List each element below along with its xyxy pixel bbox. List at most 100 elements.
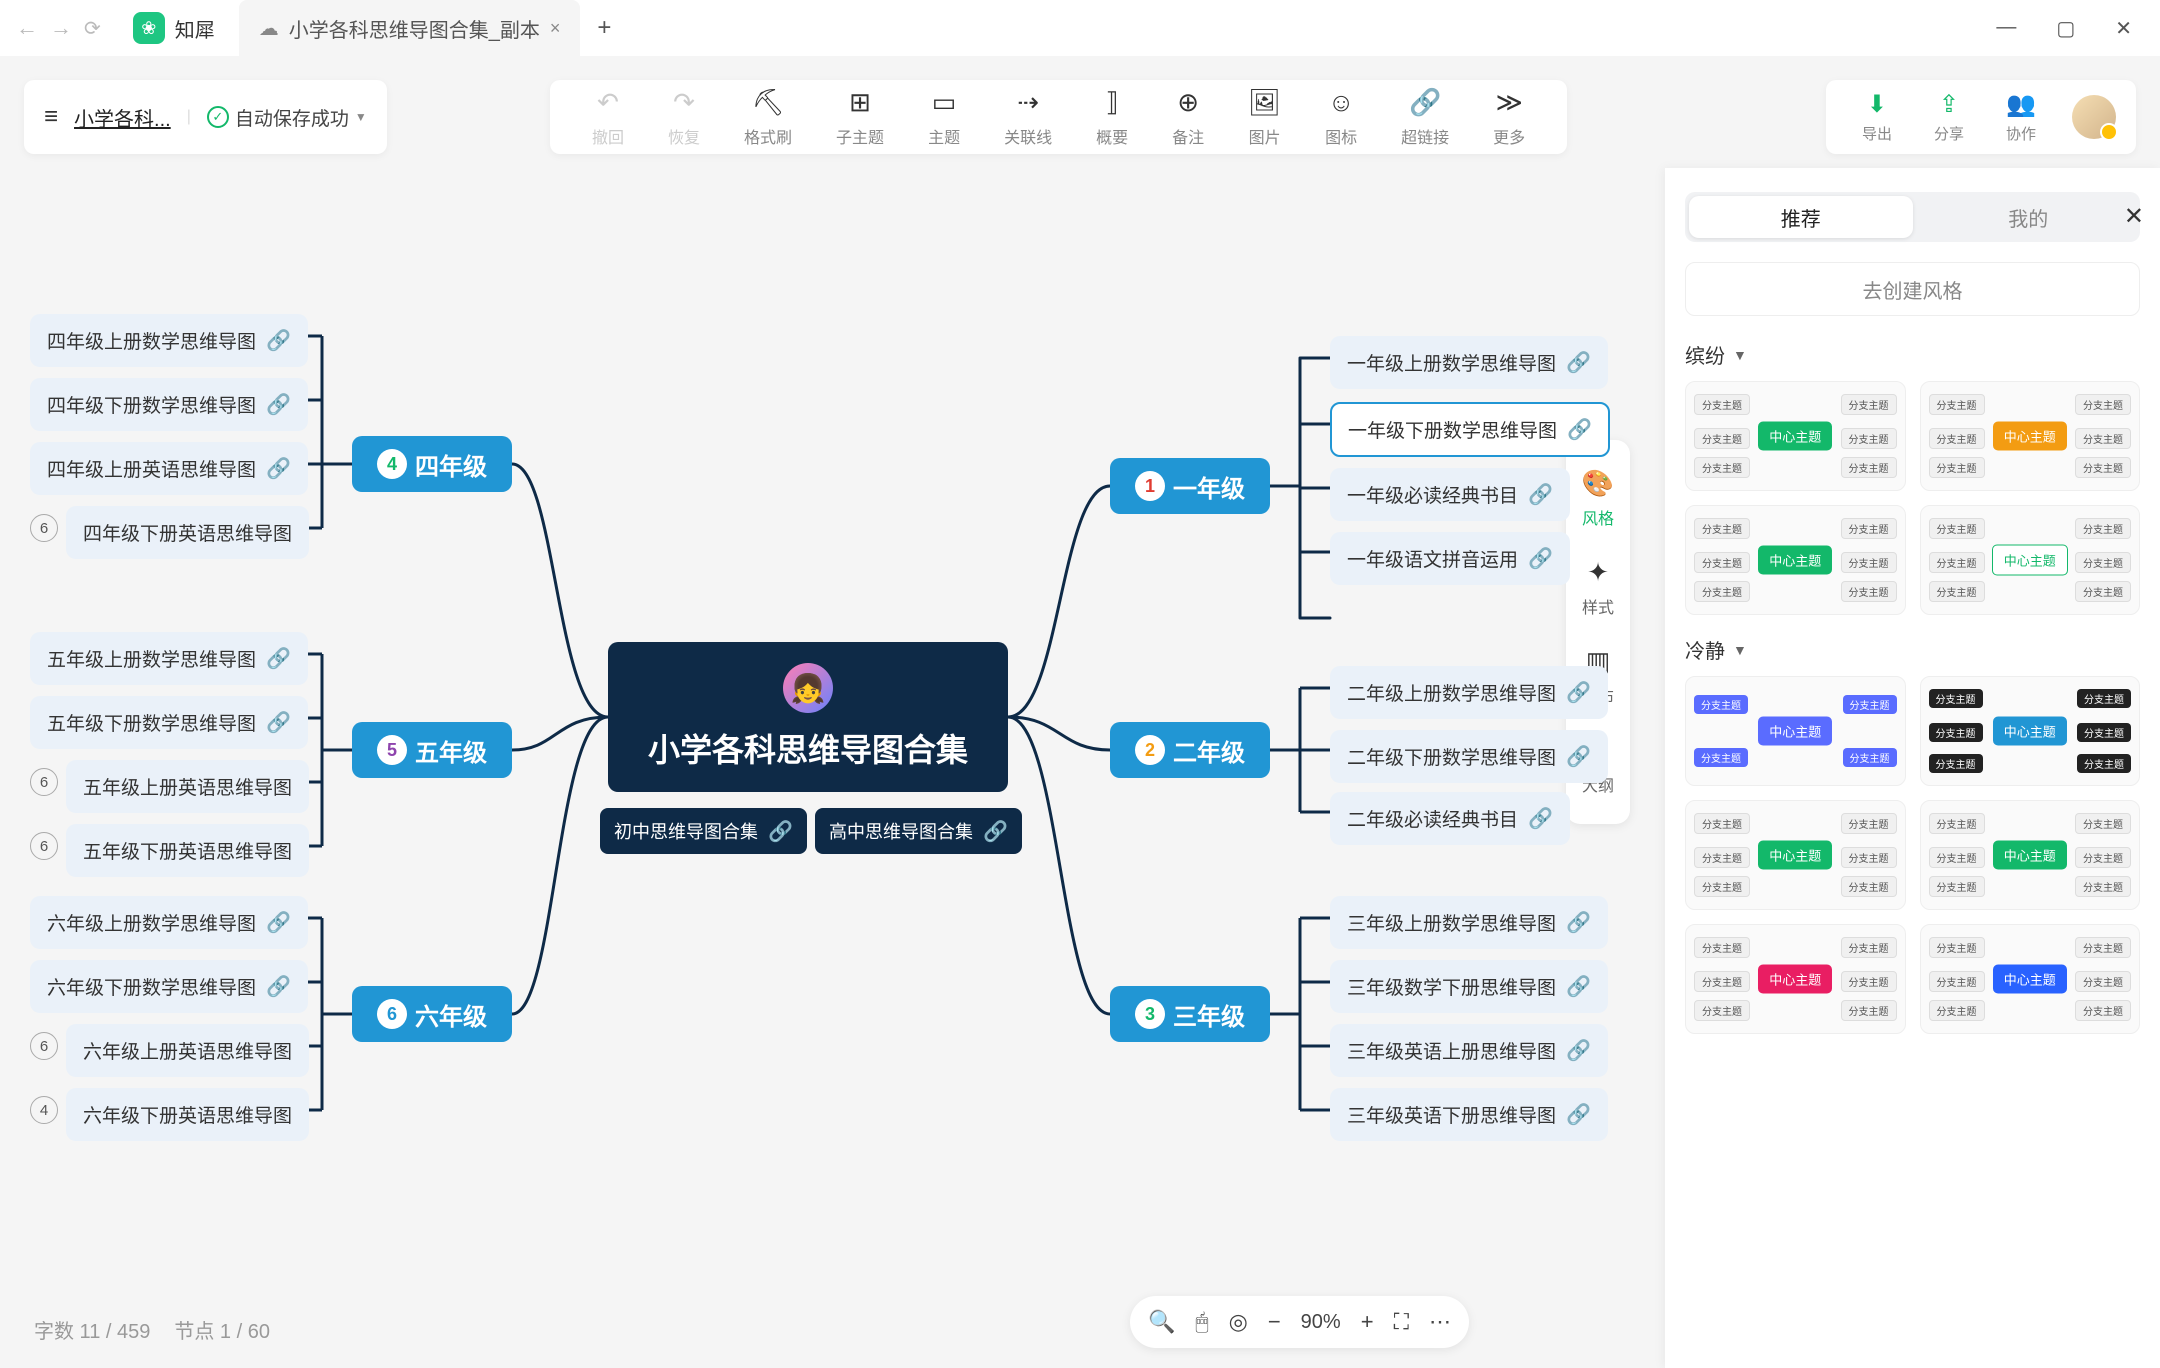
child-count-badge[interactable]: 4	[30, 1096, 58, 1124]
leaf-node[interactable]: 三年级上册数学思维导图🔗	[1330, 896, 1608, 949]
redo-button[interactable]: ↷恢复	[646, 87, 722, 148]
leaf-node[interactable]: 三年级数学下册思维导图🔗	[1330, 960, 1608, 1013]
format-tool-button[interactable]: ✦样式	[1566, 543, 1630, 632]
note-button[interactable]: ⊕备注	[1150, 87, 1226, 148]
link-icon: 🔗	[1566, 680, 1591, 705]
theme-thumb[interactable]: 中心主题分支主题分支主题分支主题分支主题分支主题分支主题	[1920, 381, 2141, 491]
leaf-node[interactable]: 一年级上册数学思维导图🔗	[1330, 336, 1608, 389]
link-icon: 🔗	[1528, 546, 1553, 571]
leaf-node[interactable]: 三年级英语上册思维导图🔗	[1330, 1024, 1608, 1077]
leaf-node[interactable]: 一年级必读经典书目🔗	[1330, 468, 1570, 521]
fit-icon[interactable]: ⛶	[1394, 1309, 1409, 1335]
leaf-node[interactable]: 二年级必读经典书目🔗	[1330, 792, 1570, 845]
leaf-node[interactable]: 三年级英语下册思维导图🔗	[1330, 1088, 1608, 1141]
leaf-node[interactable]: 六年级下册英语思维导图	[66, 1088, 309, 1141]
tab-recommended[interactable]: 推荐	[1689, 196, 1913, 238]
summary-button[interactable]: ⟧概要	[1074, 87, 1150, 148]
theme-grid-colorful: 中心主题分支主题分支主题分支主题分支主题分支主题分支主题 中心主题分支主题分支主…	[1685, 381, 2140, 615]
minimize-icon[interactable]: —	[1996, 16, 2016, 41]
emoji-button[interactable]: ☺图标	[1303, 87, 1379, 148]
maximize-icon[interactable]: ▢	[2056, 16, 2075, 41]
zoom-out-button[interactable]: −	[1268, 1309, 1281, 1335]
share-button[interactable]: ⇪分享	[1918, 90, 1980, 144]
create-style-button[interactable]: 去创建风格	[1685, 262, 2140, 316]
close-tab-icon[interactable]: ×	[550, 18, 561, 39]
theme-grid-calm: 中心主题分支主题分支主题分支主题分支主题 中心主题分支主题分支主题分支主题分支主…	[1685, 676, 2140, 1034]
zoom-in-button[interactable]: +	[1361, 1309, 1374, 1335]
new-tab-button[interactable]: +	[584, 8, 624, 48]
theme-thumb[interactable]: 中心主题分支主题分支主题分支主题分支主题分支主题分支主题	[1920, 800, 2141, 910]
word-count: 字数 11 / 459	[34, 1315, 150, 1344]
child-count-badge[interactable]: 6	[30, 832, 58, 860]
user-avatar[interactable]	[2072, 95, 2116, 139]
leaf-node[interactable]: 四年级下册英语思维导图	[66, 506, 309, 559]
topic-button[interactable]: ▭主题	[906, 87, 982, 148]
section-colorful[interactable]: 缤纷▼	[1685, 340, 2140, 369]
autosave-status[interactable]: ✓ 自动保存成功 ▼	[207, 104, 367, 131]
theme-thumb[interactable]: 中心主题分支主题分支主题分支主题分支主题分支主题分支主题	[1920, 676, 2141, 786]
grade-node-2[interactable]: 2二年级	[1110, 722, 1270, 778]
center-node[interactable]: 👧 小学各科思维导图合集	[608, 642, 1008, 792]
theme-thumb[interactable]: 中心主题分支主题分支主题分支主题分支主题	[1685, 676, 1906, 786]
refresh-icon[interactable]: ⟳	[84, 16, 101, 41]
document-tab[interactable]: ☁ 小学各科思维导图合集_副本 ×	[239, 0, 581, 56]
image-button[interactable]: 🖼图片	[1226, 87, 1303, 148]
sub-node-middle-school[interactable]: 初中思维导图合集🔗	[600, 808, 807, 854]
app-tab[interactable]: ❀ 知犀	[113, 0, 235, 56]
grade-node-6[interactable]: 6六年级	[352, 986, 512, 1042]
leaf-node[interactable]: 四年级上册英语思维导图🔗	[30, 442, 308, 495]
more-icon[interactable]: ⋯	[1429, 1309, 1451, 1335]
leaf-node[interactable]: 二年级下册数学思维导图🔗	[1330, 730, 1608, 783]
leaf-node[interactable]: 一年级语文拼音运用🔗	[1330, 532, 1570, 585]
relation-button[interactable]: ⇢关联线	[982, 87, 1074, 148]
grade-node-5[interactable]: 5五年级	[352, 722, 512, 778]
theme-thumb[interactable]: 中心主题分支主题分支主题分支主题分支主题分支主题分支主题	[1920, 924, 2141, 1034]
back-icon[interactable]: ←	[16, 15, 38, 41]
leaf-node[interactable]: 六年级上册数学思维导图🔗	[30, 896, 308, 949]
format-painter-button[interactable]: ⛏格式刷	[722, 87, 814, 148]
tab-mine[interactable]: 我的	[1917, 192, 2141, 242]
locate-icon[interactable]: ◎	[1229, 1309, 1248, 1335]
forward-icon[interactable]: →	[50, 15, 72, 41]
grade-node-1[interactable]: 1一年级	[1110, 458, 1270, 514]
section-calm[interactable]: 冷静▼	[1685, 635, 2140, 664]
theme-thumb[interactable]: 中心主题分支主题分支主题分支主题分支主题分支主题分支主题	[1685, 381, 1906, 491]
leaf-node-selected[interactable]: 一年级下册数学思维导图🔗	[1330, 402, 1610, 457]
collab-button[interactable]: 👥协作	[1990, 90, 2052, 144]
hamburger-icon[interactable]: ≡	[44, 103, 58, 131]
leaf-node[interactable]: 五年级上册英语思维导图	[66, 760, 309, 813]
theme-thumb[interactable]: 中心主题分支主题分支主题分支主题分支主题分支主题分支主题	[1685, 924, 1906, 1034]
hyperlink-button[interactable]: 🔗超链接	[1379, 87, 1471, 148]
right-toolbar: ⬇导出 ⇪分享 👥协作	[1826, 80, 2136, 154]
close-window-icon[interactable]: ✕	[2115, 16, 2132, 41]
theme-thumb[interactable]: 中心主题分支主题分支主题分支主题分支主题分支主题分支主题	[1920, 505, 2141, 615]
child-count-badge[interactable]: 6	[30, 514, 58, 542]
leaf-node[interactable]: 四年级下册数学思维导图🔗	[30, 378, 308, 431]
theme-thumb[interactable]: 中心主题分支主题分支主题分支主题分支主题分支主题分支主题	[1685, 505, 1906, 615]
leaf-node[interactable]: 四年级上册数学思维导图🔗	[30, 314, 308, 367]
leaf-node[interactable]: 五年级下册数学思维导图🔗	[30, 696, 308, 749]
subtopic-button[interactable]: ⊞子主题	[814, 87, 906, 148]
child-count-badge[interactable]: 6	[30, 1032, 58, 1060]
grade-node-3[interactable]: 3三年级	[1110, 986, 1270, 1042]
doc-title[interactable]: 小学各科...	[74, 103, 171, 132]
leaf-node[interactable]: 五年级上册数学思维导图🔗	[30, 632, 308, 685]
leaf-node[interactable]: 六年级上册英语思维导图	[66, 1024, 309, 1077]
undo-button[interactable]: ↶撤回	[570, 87, 646, 148]
close-panel-icon[interactable]: ✕	[2124, 202, 2144, 231]
child-count-badge[interactable]: 6	[30, 768, 58, 796]
link-icon: 🔗	[266, 328, 291, 353]
sub-node-high-school[interactable]: 高中思维导图合集🔗	[815, 808, 1022, 854]
leaf-node[interactable]: 六年级下册数学思维导图🔗	[30, 960, 308, 1013]
search-icon[interactable]: 🔍	[1148, 1309, 1175, 1335]
grade-node-4[interactable]: 4四年级	[352, 436, 512, 492]
style-tool-button[interactable]: 🎨风格	[1566, 454, 1630, 543]
chevron-down-icon: ▼	[355, 110, 367, 124]
link-icon: 🔗	[1409, 87, 1441, 118]
mouse-icon[interactable]: 🖱	[1195, 1309, 1208, 1335]
more-button[interactable]: ≫更多	[1471, 87, 1547, 148]
export-button[interactable]: ⬇导出	[1846, 90, 1908, 144]
leaf-node[interactable]: 二年级上册数学思维导图🔗	[1330, 666, 1608, 719]
leaf-node[interactable]: 五年级下册英语思维导图	[66, 824, 309, 877]
theme-thumb[interactable]: 中心主题分支主题分支主题分支主题分支主题分支主题分支主题	[1685, 800, 1906, 910]
